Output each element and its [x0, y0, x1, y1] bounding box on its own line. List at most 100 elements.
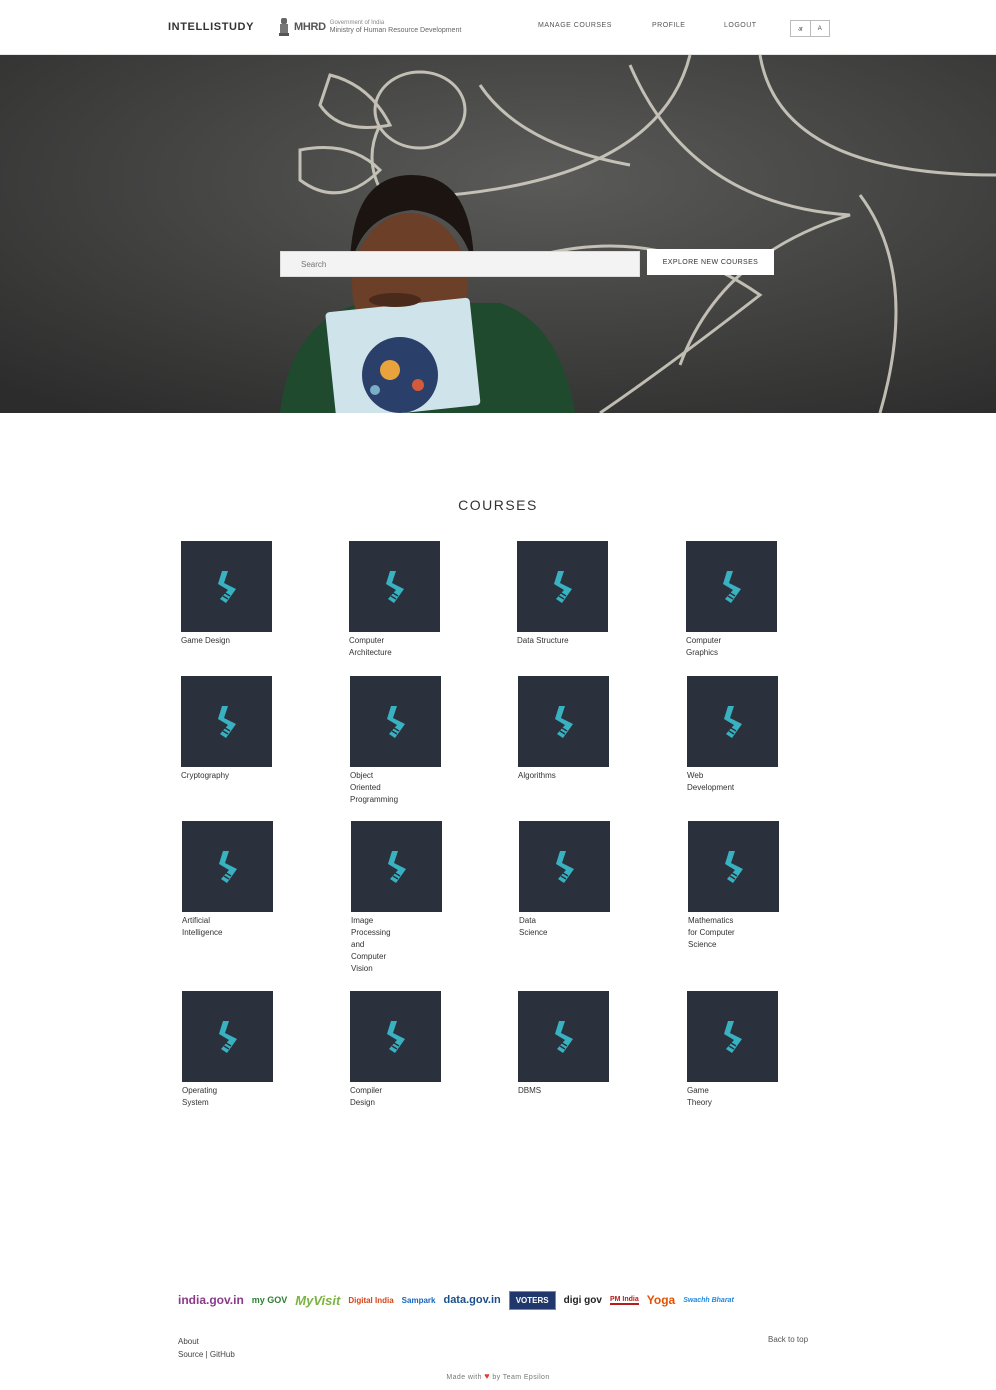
team-credit-text: by Team Epsilon [492, 1374, 550, 1381]
course-thumbnail[interactable] [687, 991, 778, 1082]
partner-logos: india.gov.in my GOV MyVisit Digital Indi… [178, 1284, 818, 1316]
course-card[interactable]: Data Science [519, 821, 639, 939]
emblem-icon [279, 18, 289, 36]
course-title[interactable]: Data Science [519, 915, 559, 939]
course-thumbnail[interactable] [181, 541, 272, 632]
course-card[interactable]: Algorithms [518, 676, 638, 782]
footer-about-link[interactable]: About [178, 1337, 199, 1346]
partner-voters-logo[interactable]: VOTERS [508, 1290, 556, 1310]
partner-yoga-logo[interactable]: Yoga [647, 1293, 675, 1307]
course-title[interactable]: Game Design [181, 635, 241, 647]
footer-github-link[interactable]: GitHub [210, 1350, 235, 1359]
course-title[interactable]: Image Processing and Computer Vision [351, 915, 399, 975]
course-card[interactable]: Computer Architecture [349, 541, 469, 659]
course-thumbnail[interactable] [350, 991, 441, 1082]
partner-swachh-bharat-logo[interactable]: Swachh Bharat [683, 1297, 734, 1304]
course-title[interactable]: Compiler Design [350, 1085, 390, 1109]
course-card[interactable]: Computer Graphics [686, 541, 806, 659]
hero-banner: EXPLORE NEW COURSES [0, 55, 996, 413]
footer-links: About Source | GitHub [178, 1335, 235, 1361]
partner-digital-india-logo[interactable]: Digital India [348, 1296, 393, 1305]
course-card[interactable]: Mathematics for Computer Science [688, 821, 808, 951]
course-thumbnail[interactable] [686, 541, 777, 632]
nav-logout[interactable]: LOGOUT [724, 22, 757, 29]
course-thumbnail[interactable] [182, 991, 273, 1082]
course-card[interactable]: Web Development [687, 676, 807, 794]
course-logo-icon [218, 850, 237, 883]
course-logo-icon [218, 1020, 237, 1053]
course-title[interactable]: DBMS [518, 1085, 578, 1097]
search-input[interactable] [280, 251, 640, 277]
course-card[interactable]: Game Theory [687, 991, 807, 1109]
course-logo-icon [386, 1020, 405, 1053]
course-logo-icon [724, 850, 743, 883]
course-title[interactable]: Object Oriented Programming [350, 770, 404, 806]
course-logo-icon [723, 705, 742, 738]
course-logo-icon [723, 1020, 742, 1053]
nav-profile[interactable]: PROFILE [652, 22, 685, 29]
navbar: INTELLISTUDY MHRD Government of India Mi… [0, 0, 996, 55]
footer-source-link[interactable]: Source [178, 1350, 203, 1359]
course-logo-icon [217, 570, 236, 603]
course-card[interactable]: Compiler Design [350, 991, 470, 1109]
course-thumbnail[interactable] [518, 676, 609, 767]
course-title[interactable]: Data Structure [517, 635, 577, 647]
course-title[interactable]: Web Development [687, 770, 747, 794]
mhrd-abbreviation: MHRD [294, 21, 326, 33]
mhrd-government-text: Government of India [329, 20, 385, 26]
course-thumbnail[interactable] [688, 821, 779, 912]
course-thumbnail[interactable] [351, 821, 442, 912]
course-thumbnail[interactable] [350, 676, 441, 767]
nav-manage-courses[interactable]: MANAGE COURSES [538, 22, 612, 29]
lang-hindi-button[interactable]: अ [791, 21, 810, 36]
mhrd-ministry-text: Ministry of Human Resource Development [329, 27, 462, 34]
partner-mygov-logo[interactable]: my GOV [252, 1296, 288, 1305]
course-logo-icon [554, 1020, 573, 1053]
courses-heading: COURSES [458, 497, 538, 513]
course-thumbnail[interactable] [687, 676, 778, 767]
course-card[interactable]: Artificial Intelligence [182, 821, 302, 939]
course-card[interactable]: Operating System [182, 991, 302, 1109]
footer-link-separator: | [205, 1350, 208, 1359]
course-thumbnail[interactable] [519, 821, 610, 912]
partner-myvisit-logo[interactable]: MyVisit [295, 1293, 340, 1308]
course-card[interactable]: Cryptography [181, 676, 301, 782]
course-thumbnail[interactable] [349, 541, 440, 632]
course-title[interactable]: Computer Graphics [686, 635, 746, 659]
course-card[interactable]: Data Structure [517, 541, 637, 647]
course-logo-icon [217, 705, 236, 738]
heart-icon: ♥ [484, 1371, 491, 1381]
course-thumbnail[interactable] [181, 676, 272, 767]
course-card[interactable]: Object Oriented Programming [350, 676, 470, 806]
made-with-credit: Made with ♥ by Team Epsilon [0, 1371, 996, 1381]
course-thumbnail[interactable] [518, 991, 609, 1082]
lang-english-button[interactable]: A [809, 21, 830, 36]
course-title[interactable]: Cryptography [181, 770, 251, 782]
course-card[interactable]: DBMS [518, 991, 638, 1097]
course-thumbnail[interactable] [182, 821, 273, 912]
brand-logo[interactable]: INTELLISTUDY [168, 21, 254, 33]
back-to-top-link[interactable]: Back to top [768, 1335, 808, 1344]
course-card[interactable]: Image Processing and Computer Vision [351, 821, 471, 975]
course-title[interactable]: Computer Architecture [349, 635, 409, 659]
course-logo-icon [386, 705, 405, 738]
partner-data-gov-logo[interactable]: data.gov.in [443, 1294, 500, 1306]
course-thumbnail[interactable] [517, 541, 608, 632]
course-title[interactable]: Mathematics for Computer Science [688, 915, 740, 951]
language-toggle: अ A [790, 20, 830, 37]
partner-pm-india-logo[interactable]: PM India [609, 1296, 639, 1305]
partner-sampark-logo[interactable]: Sampark [402, 1296, 436, 1305]
partner-digigov-logo[interactable]: digi gov [564, 1295, 602, 1305]
course-title[interactable]: Artificial Intelligence [182, 915, 242, 939]
course-title[interactable]: Game Theory [687, 1085, 727, 1109]
course-logo-icon [555, 850, 574, 883]
course-logo-icon [553, 570, 572, 603]
mhrd-logo[interactable]: MHRD Government of India Ministry of Hum… [278, 16, 461, 38]
course-title[interactable]: Operating System [182, 1085, 242, 1109]
course-logo-icon [385, 570, 404, 603]
course-title[interactable]: Algorithms [518, 770, 588, 782]
course-card[interactable]: Game Design [181, 541, 301, 647]
partner-india-gov-logo[interactable]: india.gov.in [178, 1293, 244, 1307]
explore-courses-button[interactable]: EXPLORE NEW COURSES [647, 249, 774, 275]
made-with-text: Made with [446, 1374, 482, 1381]
